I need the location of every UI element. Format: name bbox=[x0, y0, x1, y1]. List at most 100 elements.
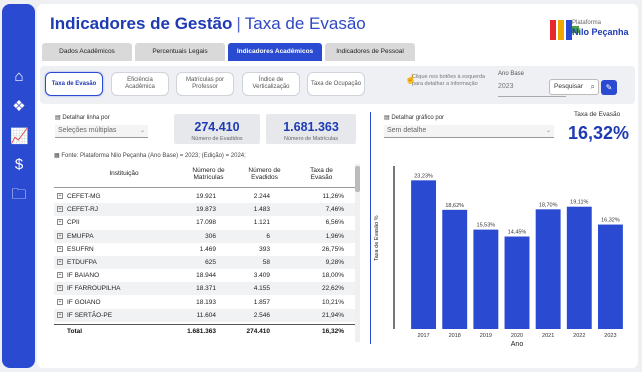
chart-bar-2018[interactable] bbox=[442, 209, 468, 329]
table-row[interactable]: + CPII 17.098 1.121 6,56% bbox=[54, 216, 356, 229]
table-row[interactable]: + CEFET-MG 19.921 2.244 11,26% bbox=[54, 190, 356, 203]
expand-row-icon[interactable]: + bbox=[57, 219, 63, 226]
cell-instituicao: CEFET-RJ bbox=[67, 206, 99, 214]
chart-bar-2020[interactable] bbox=[504, 236, 530, 329]
brazil-map-icon[interactable]: ❖ bbox=[10, 98, 28, 116]
eficiencia-academica-button[interactable]: Eficiência Acadêmica bbox=[111, 72, 169, 96]
cell-evadidos: 2.244 bbox=[253, 193, 270, 200]
table-row[interactable]: + IF SERTÃO-PE 11.604 2.546 21,94% bbox=[54, 308, 356, 322]
matriculas-value: 1.681.363 bbox=[283, 120, 339, 134]
chart-x-axis-label: Ano bbox=[511, 341, 524, 348]
hint-text: Clique nos botões à esquerda para detalh… bbox=[412, 74, 486, 87]
chart-x-tick: 2017 bbox=[417, 333, 429, 339]
cell-evadidos: 6 bbox=[266, 232, 270, 240]
table-row[interactable]: + ETDUFPA 625 58 9,28% bbox=[54, 256, 356, 269]
right-filter-select[interactable]: Sem detalhe ⌄ bbox=[384, 125, 554, 138]
taxa-ocupacao-button[interactable]: Taxa de Ocupação bbox=[307, 72, 365, 96]
matriculas-professor-button[interactable]: Matrículas por Professor bbox=[176, 72, 234, 96]
cell-taxa: 21,94% bbox=[321, 311, 344, 319]
search-input[interactable]: Pesquisar ⌕ bbox=[549, 79, 599, 95]
chart-icon[interactable]: 📈 bbox=[10, 128, 29, 146]
cell-instituicao: IF BAIANO bbox=[67, 272, 100, 280]
evadidos-card: 274.410 Número de Evadidos bbox=[174, 114, 260, 144]
cell-evadidos: 1.857 bbox=[253, 298, 270, 306]
tab-dados-academicos[interactable]: Dados Acadêmicos bbox=[42, 43, 132, 61]
logo-brand: Nilo Peçanha bbox=[572, 27, 629, 37]
page-title: Indicadores de Gestão | Taxa de Evasão bbox=[50, 14, 366, 34]
cell-taxa: 18,00% bbox=[321, 272, 344, 280]
cell-instituicao: CPII bbox=[67, 219, 80, 227]
chart-bar-2023[interactable] bbox=[597, 224, 623, 329]
chart-bar-2021[interactable] bbox=[535, 209, 561, 329]
cell-evadidos: 1.483 bbox=[253, 206, 270, 214]
expand-row-icon[interactable]: + bbox=[57, 232, 63, 239]
chart-bar-2017[interactable] bbox=[411, 180, 437, 329]
chart-data-label: 19,11% bbox=[570, 200, 588, 206]
table-row[interactable]: + IF FARROUPILHA 18.371 4.155 22,62% bbox=[54, 282, 356, 296]
table-scrollbar[interactable] bbox=[355, 164, 360, 342]
cell-taxa: 11,26% bbox=[322, 193, 344, 200]
table-total-row: Total 1.681.363 274.410 16,32% bbox=[54, 324, 356, 337]
table-row[interactable]: + IF GOIANO 18.193 1.857 10,21% bbox=[54, 296, 356, 309]
cell-matriculas: 1.469 bbox=[199, 245, 216, 253]
cell-taxa: 22,62% bbox=[321, 285, 344, 293]
chart-data-label: 14,45% bbox=[508, 230, 527, 236]
chart-bar-2022[interactable] bbox=[566, 206, 592, 329]
table-header: Instituição Número de Matrículas Número … bbox=[54, 164, 356, 188]
cell-instituicao: IF GOIANO bbox=[67, 298, 101, 306]
matriculas-card: 1.681.363 Número de Matrículas bbox=[266, 114, 356, 144]
search-label: Pesquisar bbox=[554, 83, 583, 90]
cell-evadidos: 1.121 bbox=[253, 219, 270, 227]
right-filter-value: Sem detalhe bbox=[387, 127, 427, 134]
table-row[interactable]: + CEFET-RJ 19.873 1.483 7,46% bbox=[54, 203, 356, 217]
app-title: Indicadores de Gestão bbox=[50, 14, 233, 33]
total-taxa: 16,32% bbox=[321, 328, 344, 335]
left-filter-select[interactable]: Seleções múltiplas ⌄ bbox=[55, 125, 148, 138]
col-matriculas[interactable]: Número de Matrículas bbox=[186, 167, 231, 181]
tab-indicadores-pessoal[interactable]: Indicadores de Pessoal bbox=[325, 43, 415, 61]
tab-percentuais-legais[interactable]: Percentuais Legais bbox=[135, 43, 225, 61]
home-icon[interactable]: ⌂ bbox=[10, 68, 28, 86]
col-taxa[interactable]: Taxa de Evasão bbox=[299, 167, 344, 181]
expand-row-icon[interactable]: + bbox=[57, 272, 63, 279]
cell-matriculas: 306 bbox=[205, 232, 216, 240]
expand-row-icon[interactable]: + bbox=[57, 245, 63, 252]
folder-lock-icon[interactable]: 🗀 bbox=[10, 186, 28, 204]
scrollbar-thumb[interactable] bbox=[355, 166, 360, 192]
chart-x-tick: 2023 bbox=[604, 333, 616, 339]
expand-row-icon[interactable]: + bbox=[57, 298, 63, 305]
cell-taxa: 6,56% bbox=[325, 219, 344, 227]
cell-evadidos: 3.409 bbox=[253, 272, 270, 280]
chart-bar-2019[interactable] bbox=[473, 229, 499, 329]
source-text: ▦ Fonte: Plataforma Nilo Peçanha (Ano Ba… bbox=[54, 152, 246, 159]
chevron-down-icon: ⌄ bbox=[139, 128, 145, 134]
ano-base-value: 2023 bbox=[498, 83, 514, 90]
col-evadidos[interactable]: Número de Evadidos bbox=[242, 167, 287, 181]
expand-row-icon[interactable]: + bbox=[57, 193, 63, 199]
expand-row-icon[interactable]: + bbox=[57, 285, 63, 292]
taxa-evasao-button[interactable]: Taxa de Evasão bbox=[45, 72, 103, 96]
chevron-down-icon: ⌄ bbox=[545, 128, 551, 134]
cell-evadidos: 393 bbox=[259, 245, 270, 253]
tab-indicadores-academicos[interactable]: Indicadores Acadêmicos bbox=[228, 43, 322, 61]
expand-row-icon[interactable]: + bbox=[57, 206, 63, 213]
expand-row-icon[interactable]: + bbox=[57, 311, 63, 318]
indice-verticalizacao-button[interactable]: Índice de Verticalização bbox=[242, 72, 300, 96]
title-separator: | bbox=[236, 14, 241, 33]
table-row[interactable]: + ESUFRN 1.469 393 26,75% bbox=[54, 243, 356, 256]
table-row[interactable]: + IF BAIANO 18.944 3.409 18,00% bbox=[54, 269, 356, 282]
clear-filters-icon[interactable]: ✎ bbox=[601, 80, 617, 95]
chart-data-label: 16,32% bbox=[601, 218, 620, 224]
left-filter-label-text: Detalhar linha por bbox=[62, 115, 110, 121]
left-filter-label: ▤ Detalhar linha por bbox=[55, 114, 110, 121]
cell-taxa: 7,46% bbox=[325, 206, 344, 214]
chart-data-label: 18,62% bbox=[445, 203, 464, 209]
chart-data-label: 15,53% bbox=[477, 223, 496, 229]
col-instituicao[interactable]: Instituição bbox=[94, 170, 154, 177]
expand-row-icon[interactable]: + bbox=[57, 259, 63, 265]
ano-base-label: Ano Base bbox=[498, 71, 525, 77]
dollar-icon[interactable]: $ bbox=[10, 156, 28, 174]
logo-text: Plataforma Nilo Peçanha bbox=[572, 19, 629, 37]
source-text-value: Fonte: Plataforma Nilo Peçanha (Ano Base… bbox=[61, 153, 246, 159]
table-row[interactable]: + EMUFPA 306 6 1,96% bbox=[54, 229, 356, 243]
